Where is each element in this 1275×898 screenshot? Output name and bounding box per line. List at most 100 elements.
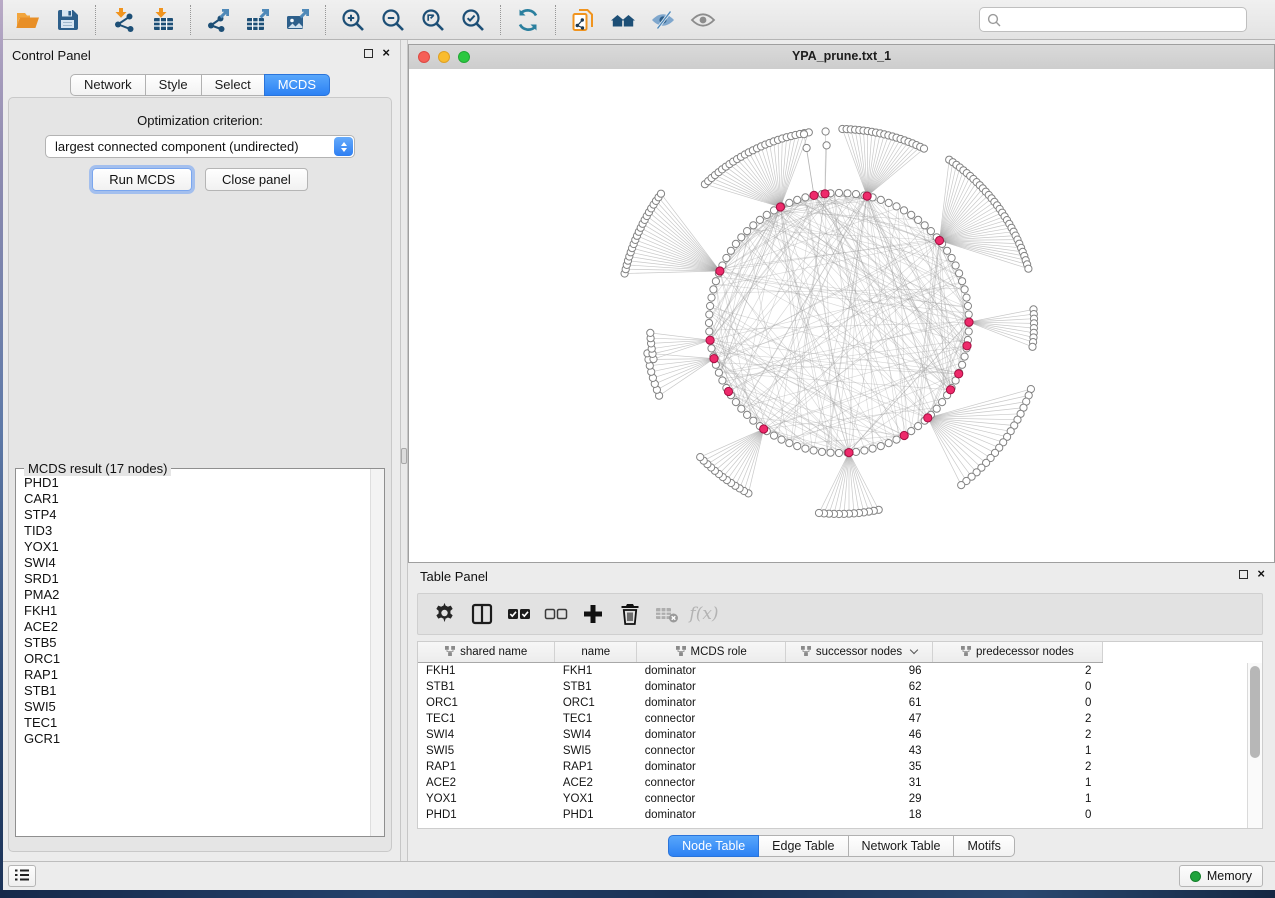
show-column-button[interactable] [465, 598, 499, 630]
panel-splitter[interactable] [400, 40, 408, 862]
close-panel-button[interactable]: Close panel [205, 168, 308, 191]
export-image-button[interactable] [280, 4, 316, 36]
column-header-shared-name[interactable]: shared name [418, 642, 555, 662]
column-header-predecessor-nodes[interactable]: predecessor nodes [932, 642, 1102, 662]
import-network-button[interactable] [105, 4, 141, 36]
function-builder-button[interactable]: f(x) [687, 598, 721, 630]
table-row[interactable]: ACE2ACE2connector311 [418, 775, 1262, 791]
mcds-result-item[interactable]: SWI5 [24, 699, 370, 715]
import-network-icon [110, 7, 136, 33]
table-row[interactable]: STB1STB1dominator620 [418, 679, 1262, 695]
splitter-grip[interactable] [401, 448, 407, 464]
network-window-title: YPA_prune.txt_1 [409, 49, 1274, 63]
duplicate-network-icon [570, 7, 596, 33]
dropdown-stepper-icon [334, 137, 353, 156]
table-scrollbar[interactable] [1247, 663, 1262, 828]
control-panel: Control Panel NetworkStyleSelectMCDS Opt… [0, 40, 400, 862]
criterion-dropdown[interactable]: largest connected component (undirected) [45, 135, 355, 158]
column-header-MCDS-role[interactable]: MCDS role [637, 642, 786, 662]
float-panel-icon[interactable] [364, 49, 373, 58]
export-table-button[interactable] [240, 4, 276, 36]
tab-style[interactable]: Style [145, 74, 202, 96]
mcds-result-item[interactable]: CAR1 [24, 491, 370, 507]
mcds-list-scrollbar[interactable] [370, 469, 384, 836]
mcds-result-item[interactable]: SRD1 [24, 571, 370, 587]
mcds-result-item[interactable]: ACE2 [24, 619, 370, 635]
export-table-icon [245, 7, 271, 33]
zoom-in-icon [340, 7, 366, 33]
mcds-result-item[interactable]: RAP1 [24, 667, 370, 683]
float-table-panel-icon[interactable] [1239, 570, 1248, 579]
search-box[interactable] [979, 7, 1247, 32]
search-input[interactable] [1001, 8, 1246, 31]
mcds-result-item[interactable]: YOX1 [24, 539, 370, 555]
zoom-out-icon [380, 7, 406, 33]
table-panel: Table Panel f(x) shared namenameMCDS rol… [408, 563, 1275, 862]
tab-network[interactable]: Network [70, 74, 146, 96]
zoom-in-button[interactable] [335, 4, 371, 36]
table-row[interactable]: SWI5SWI5connector431 [418, 743, 1262, 759]
search-icon [987, 13, 1001, 27]
mcds-result-item[interactable]: GCR1 [24, 731, 370, 747]
mcds-result-item[interactable]: STP4 [24, 507, 370, 523]
delete-table-button[interactable] [650, 598, 684, 630]
tab-mcds[interactable]: MCDS [264, 74, 330, 96]
table-panel-title: Table Panel [420, 569, 488, 584]
deselect-all-checkboxes-button[interactable] [539, 598, 573, 630]
tab-motifs[interactable]: Motifs [953, 835, 1014, 857]
select-all-checkboxes-button[interactable] [502, 598, 536, 630]
run-mcds-button[interactable]: Run MCDS [92, 168, 192, 191]
import-table-button[interactable] [145, 4, 181, 36]
memory-status-icon [1190, 871, 1201, 882]
table-row[interactable]: TEC1TEC1connector472 [418, 711, 1262, 727]
toolbar-separator [555, 5, 556, 35]
tab-edge-table[interactable]: Edge Table [758, 835, 848, 857]
save-session-button[interactable] [50, 4, 86, 36]
memory-button[interactable]: Memory [1179, 865, 1263, 887]
table-row[interactable]: SWI4SWI4dominator462 [418, 727, 1262, 743]
task-history-button[interactable] [8, 865, 36, 887]
mcds-result-item[interactable]: STB1 [24, 683, 370, 699]
mcds-result-item[interactable]: STB5 [24, 635, 370, 651]
table-row[interactable]: RAP1RAP1dominator352 [418, 759, 1262, 775]
tab-node-table[interactable]: Node Table [668, 835, 759, 857]
network-canvas[interactable] [409, 69, 1274, 562]
mcds-result-item[interactable]: PHD1 [24, 475, 370, 491]
refresh-view-button[interactable] [510, 4, 546, 36]
tab-network-table[interactable]: Network Table [848, 835, 955, 857]
delete-row-button[interactable] [613, 598, 647, 630]
column-header-successor-nodes[interactable]: successor nodes [786, 642, 933, 662]
add-row-button[interactable] [576, 598, 610, 630]
table-row[interactable]: PHD1PHD1dominator180 [418, 807, 1262, 823]
status-bar: Memory [0, 861, 1275, 890]
zoom-selected-button[interactable] [455, 4, 491, 36]
mcds-result-item[interactable]: ORC1 [24, 651, 370, 667]
close-panel-icon[interactable] [382, 48, 390, 58]
mcds-result-item[interactable]: TID3 [24, 523, 370, 539]
first-neighbors-button[interactable] [605, 4, 641, 36]
tab-select[interactable]: Select [201, 74, 265, 96]
node-table: shared namenameMCDS rolesuccessor nodesp… [417, 641, 1263, 829]
function-builder-icon: f(x) [689, 604, 718, 624]
column-header-name[interactable]: name [555, 642, 637, 662]
duplicate-network-button[interactable] [565, 4, 601, 36]
mcds-result-item[interactable]: PMA2 [24, 587, 370, 603]
hide-selected-button[interactable] [645, 4, 681, 36]
table-row[interactable]: FKH1FKH1dominator962 [418, 662, 1262, 679]
zoom-fit-button[interactable] [415, 4, 451, 36]
table-row[interactable]: YOX1YOX1connector291 [418, 791, 1262, 807]
mcds-result-list[interactable]: PHD1CAR1STP4TID3YOX1SWI4SRD1PMA2FKH1ACE2… [17, 475, 370, 835]
table-row[interactable]: ORC1ORC1dominator610 [418, 695, 1262, 711]
network-window-titlebar[interactable]: YPA_prune.txt_1 [409, 45, 1274, 70]
open-file-button[interactable] [10, 4, 46, 36]
mcds-result-item[interactable]: SWI4 [24, 555, 370, 571]
show-all-button[interactable] [685, 4, 721, 36]
table-scrollbar-thumb[interactable] [1250, 666, 1260, 758]
export-network-button[interactable] [200, 4, 236, 36]
close-table-panel-icon[interactable] [1257, 569, 1265, 579]
mcds-result-item[interactable]: TEC1 [24, 715, 370, 731]
zoom-out-button[interactable] [375, 4, 411, 36]
open-file-icon [15, 7, 41, 33]
mcds-result-item[interactable]: FKH1 [24, 603, 370, 619]
settings-gear-button[interactable] [428, 598, 462, 630]
